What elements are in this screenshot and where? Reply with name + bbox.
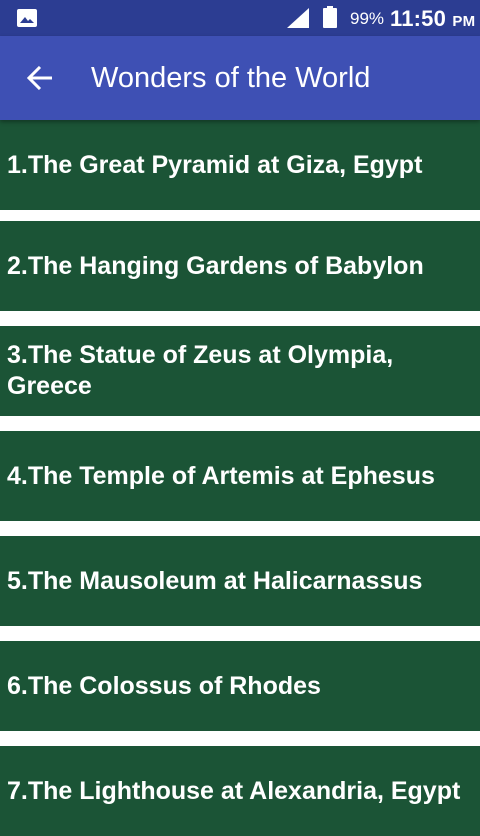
clock: 11:50 PM bbox=[390, 6, 475, 35]
list-item[interactable]: 3.The Statue of Zeus at Olympia, Greece bbox=[0, 326, 480, 416]
list-item[interactable]: 2.The Hanging Gardens of Babylon bbox=[0, 221, 480, 311]
list-item-label: 5.The Mausoleum at Halicarnassus bbox=[7, 566, 423, 595]
list-item-label: 7.The Lighthouse at Alexandria, Egypt bbox=[7, 776, 461, 805]
signal-icon bbox=[287, 8, 309, 28]
list-item-label: 4.The Temple of Artemis at Ephesus bbox=[7, 461, 435, 490]
list-item-label: 6.The Colossus of Rhodes bbox=[7, 671, 321, 700]
status-bar: 99% 11:50 PM bbox=[0, 0, 480, 36]
list-item-label: 1.The Great Pyramid at Giza, Egypt bbox=[7, 150, 423, 179]
clock-time: 11:50 bbox=[390, 6, 447, 31]
list-item[interactable]: 4.The Temple of Artemis at Ephesus bbox=[0, 431, 480, 521]
arrow-back-icon bbox=[27, 66, 52, 90]
clock-ampm: PM bbox=[452, 13, 476, 30]
list-item-label: 3.The Statue of Zeus at Olympia, Greece bbox=[7, 341, 401, 400]
list-item-label: 2.The Hanging Gardens of Babylon bbox=[7, 251, 424, 280]
back-button[interactable] bbox=[12, 50, 68, 106]
list-item[interactable]: 1.The Great Pyramid at Giza, Egypt bbox=[0, 120, 480, 210]
battery-percentage: 99% bbox=[350, 9, 385, 28]
page-title: Wonders of the World bbox=[91, 62, 371, 94]
image-icon bbox=[17, 9, 37, 27]
app-bar: Wonders of the World bbox=[0, 36, 480, 120]
list-item[interactable]: 5.The Mausoleum at Halicarnassus bbox=[0, 536, 480, 626]
list-item[interactable]: 7.The Lighthouse at Alexandria, Egypt bbox=[0, 746, 480, 836]
list-item[interactable]: 6.The Colossus of Rhodes bbox=[0, 641, 480, 731]
battery-icon bbox=[323, 6, 337, 28]
